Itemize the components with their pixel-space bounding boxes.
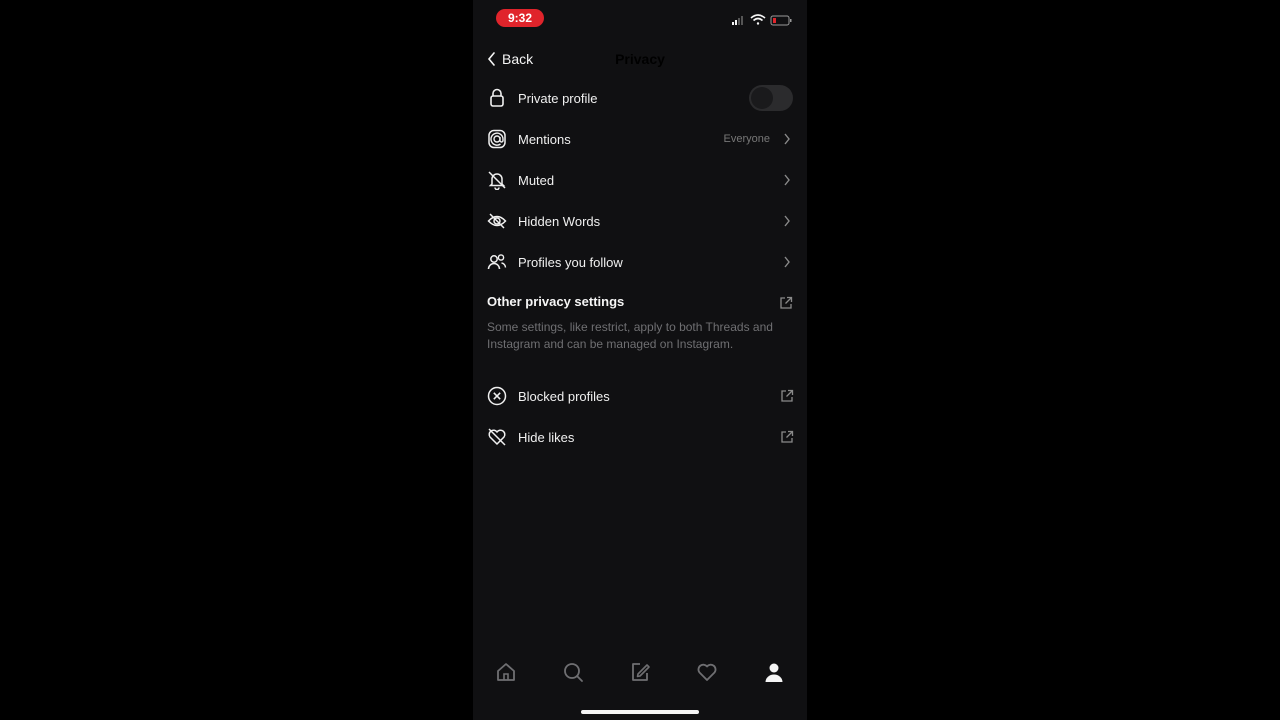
row-private-profile[interactable]: Private profile <box>487 83 794 113</box>
lock-icon <box>487 88 507 108</box>
row-mentions[interactable]: Mentions Everyone <box>487 124 794 154</box>
back-label: Back <box>502 51 534 67</box>
wifi-icon <box>750 14 766 25</box>
mentions-value: Everyone <box>723 133 770 145</box>
profile-icon[interactable] <box>744 652 804 692</box>
status-icons <box>732 14 792 26</box>
signal-icon <box>732 16 743 25</box>
other-privacy-title: Other privacy settings <box>487 294 625 309</box>
back-button[interactable]: Back <box>487 49 533 69</box>
chevron-left-icon <box>487 52 495 66</box>
row-label: Hidden Words <box>518 213 601 229</box>
private-profile-toggle[interactable] <box>749 85 793 111</box>
external-link-icon[interactable] <box>779 296 793 315</box>
row-hidden-words[interactable]: Hidden Words <box>487 206 794 236</box>
external-link-icon <box>780 430 794 444</box>
people-icon <box>487 252 507 272</box>
row-label: Muted <box>518 172 555 188</box>
page-title: Privacy <box>615 51 665 67</box>
heart-icon[interactable] <box>677 652 737 692</box>
tab-bar <box>473 652 807 692</box>
row-label: Blocked profiles <box>518 388 610 404</box>
home-icon[interactable] <box>476 652 536 692</box>
chevron-right-icon <box>780 255 794 269</box>
toggle-knob <box>751 87 773 109</box>
row-label: Profiles you follow <box>518 254 623 270</box>
x-circle-icon <box>487 386 507 406</box>
row-muted[interactable]: Muted <box>487 165 794 195</box>
external-link-icon <box>780 389 794 403</box>
chevron-right-icon <box>780 132 794 146</box>
row-label: Mentions <box>518 131 571 147</box>
compose-icon[interactable] <box>610 652 670 692</box>
eye-off-icon <box>487 211 507 231</box>
chevron-right-icon <box>780 173 794 187</box>
search-icon[interactable] <box>543 652 603 692</box>
other-privacy-note: Some settings, like restrict, apply to b… <box>487 320 773 351</box>
home-indicator <box>581 710 699 714</box>
bell-off-icon <box>487 170 507 190</box>
row-label: Private profile <box>518 90 598 106</box>
status-time: 9:32 <box>496 9 544 27</box>
battery-icon <box>770 15 792 26</box>
row-blocked-profiles[interactable]: Blocked profiles <box>487 381 794 411</box>
heart-off-icon <box>487 427 507 447</box>
row-hide-likes[interactable]: Hide likes <box>487 422 794 452</box>
row-profiles-you-follow[interactable]: Profiles you follow <box>487 247 794 277</box>
at-sign-icon <box>487 129 507 149</box>
row-label: Hide likes <box>518 429 575 445</box>
chevron-right-icon <box>780 214 794 228</box>
